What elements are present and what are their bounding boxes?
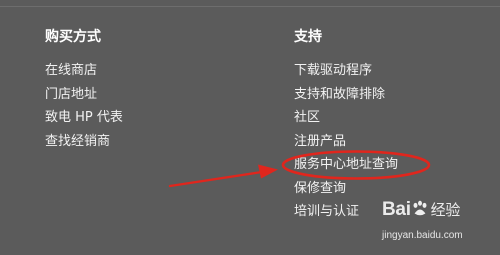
- link-register-product[interactable]: 注册产品: [294, 134, 398, 150]
- top-divider: [0, 6, 500, 7]
- link-warranty-check[interactable]: 保修查询: [294, 181, 398, 197]
- support-heading: 支持: [294, 29, 322, 45]
- link-find-reseller[interactable]: 查找经销商: [45, 134, 123, 150]
- pointer-arrow-shaft: [168, 170, 264, 188]
- baidu-jingyan-watermark: Bai 经验 jingyan.baidu.com: [378, 196, 500, 254]
- buy-methods-list: 在线商店 门店地址 致电 HP 代表 查找经销商: [45, 63, 123, 150]
- watermark-logo: Bai 经验: [382, 199, 461, 220]
- buy-methods-column: 购买方式 在线商店 门店地址 致电 HP 代表 查找经销商: [45, 28, 123, 157]
- paw-icon: [413, 200, 427, 216]
- link-community[interactable]: 社区: [294, 110, 398, 126]
- pointer-arrow-head: [258, 164, 278, 179]
- watermark-url: jingyan.baidu.com: [382, 230, 463, 241]
- link-store-address[interactable]: 门店地址: [45, 87, 123, 103]
- link-online-store[interactable]: 在线商店: [45, 63, 123, 79]
- buy-methods-heading: 购买方式: [45, 29, 101, 45]
- link-download-drivers[interactable]: 下载驱动程序: [294, 63, 398, 79]
- link-call-hp-rep[interactable]: 致电 HP 代表: [45, 110, 123, 126]
- link-support-troubleshooting[interactable]: 支持和故障排除: [294, 87, 398, 103]
- link-service-center-lookup[interactable]: 服务中心地址查询: [294, 157, 398, 173]
